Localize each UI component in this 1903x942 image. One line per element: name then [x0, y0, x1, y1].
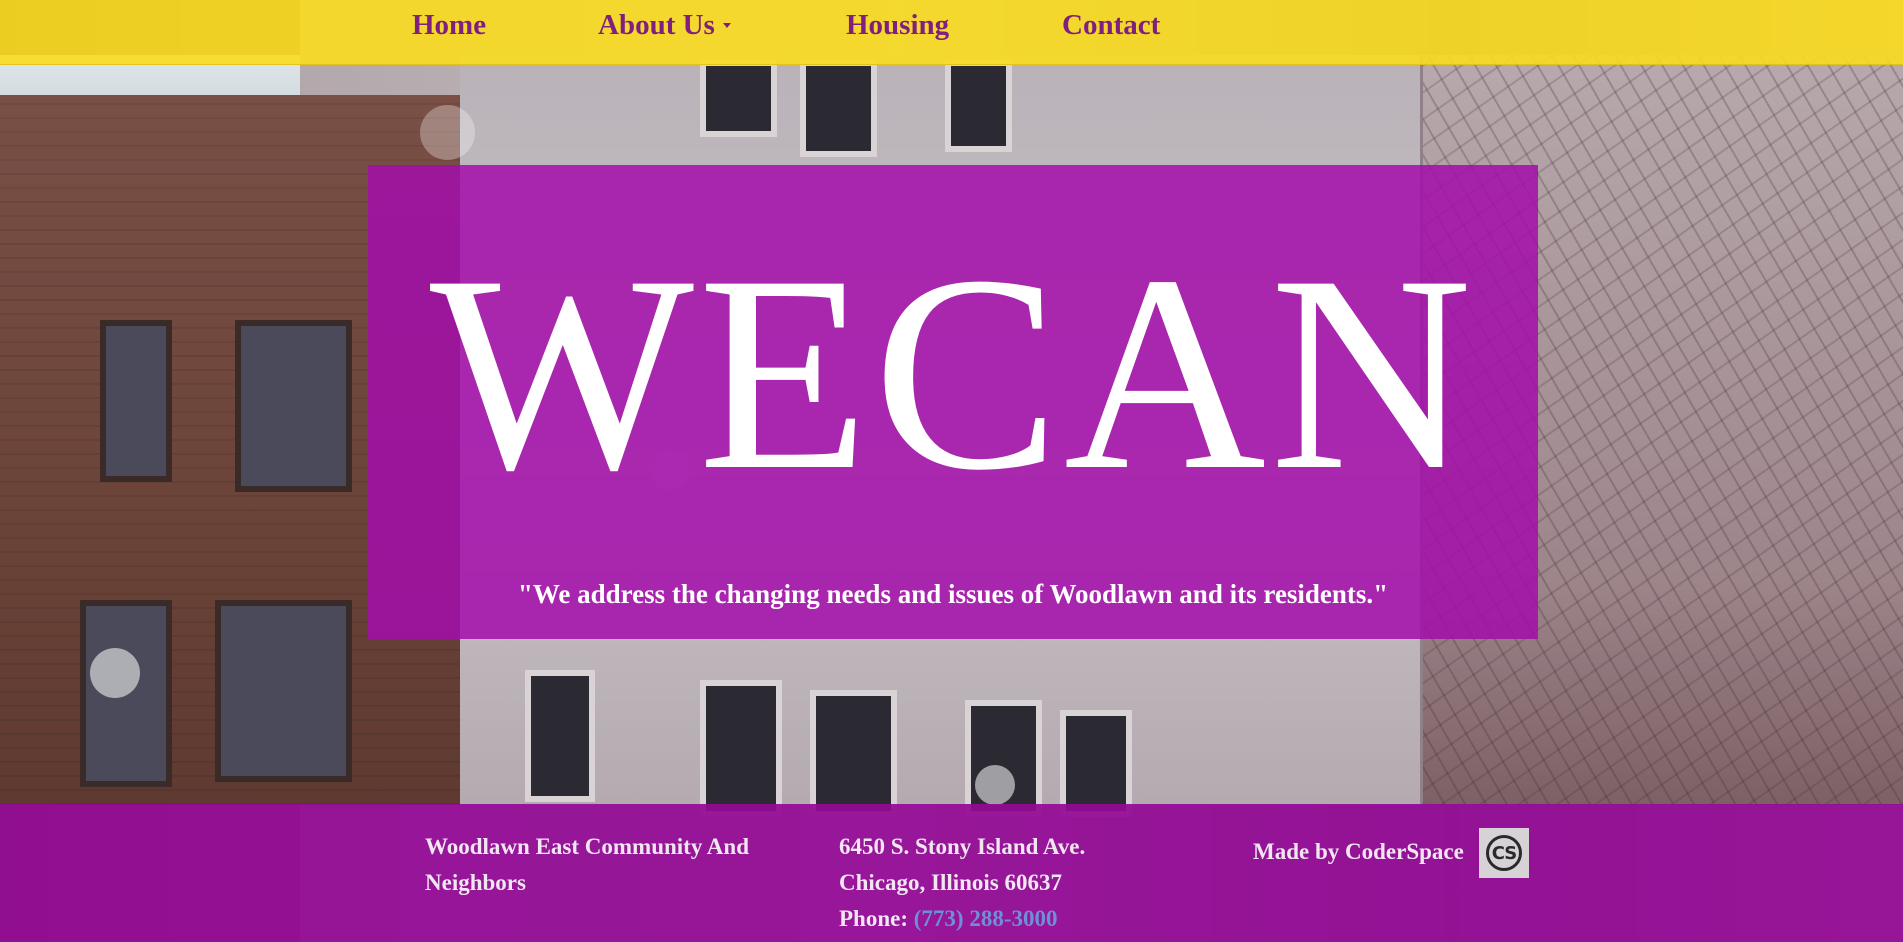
background-window	[700, 680, 782, 817]
footer-made-by: Made by CoderSpace	[1253, 839, 1464, 864]
top-navigation: Home About Us Housing Contact	[0, 0, 1903, 65]
snow-bokeh	[975, 765, 1015, 805]
hero-quote: "We address the changing needs and issue…	[517, 579, 1389, 609]
background-window	[810, 690, 897, 817]
snow-bokeh	[90, 648, 140, 698]
background-window	[235, 320, 352, 492]
background-window	[525, 670, 595, 802]
footer-org-name: Woodlawn East Community And Neighbors	[425, 829, 749, 901]
nav-home-link[interactable]: Home	[412, 9, 486, 42]
background-window	[1060, 710, 1132, 817]
background-window	[800, 60, 877, 157]
background-window	[700, 60, 777, 137]
nav-contact-link[interactable]: Contact	[1062, 9, 1160, 42]
background-window	[100, 320, 172, 482]
background-window	[215, 600, 352, 782]
footer-org-name-line2: Neighbors	[425, 870, 526, 895]
hero-title: WECAN	[429, 217, 1477, 528]
coderspace-logo-icon[interactable]: CS	[1479, 828, 1529, 878]
footer-address-line1: 6450 S. Stony Island Ave.	[839, 834, 1086, 859]
chevron-down-icon	[722, 22, 731, 28]
footer-address: 6450 S. Stony Island Ave. Chicago, Illin…	[839, 829, 1085, 937]
nav-about-us-link[interactable]: About Us	[598, 9, 731, 42]
footer-phone: Phone: (773) 288-3000	[839, 901, 1085, 937]
footer-org-name-line1: Woodlawn East Community And	[425, 834, 749, 859]
footer-phone-label: Phone:	[839, 906, 908, 931]
hero-banner: WECAN "We address the changing needs and…	[368, 165, 1538, 639]
footer-phone-link[interactable]: (773) 288-3000	[914, 906, 1058, 931]
nav-housing-link[interactable]: Housing	[846, 9, 949, 42]
footer-address-line2: Chicago, Illinois 60637	[839, 870, 1063, 895]
coderspace-logo-mark: CS	[1486, 835, 1522, 871]
nav-about-us-label: About Us	[598, 9, 715, 41]
snow-bokeh	[420, 105, 475, 160]
background-window	[945, 60, 1012, 152]
